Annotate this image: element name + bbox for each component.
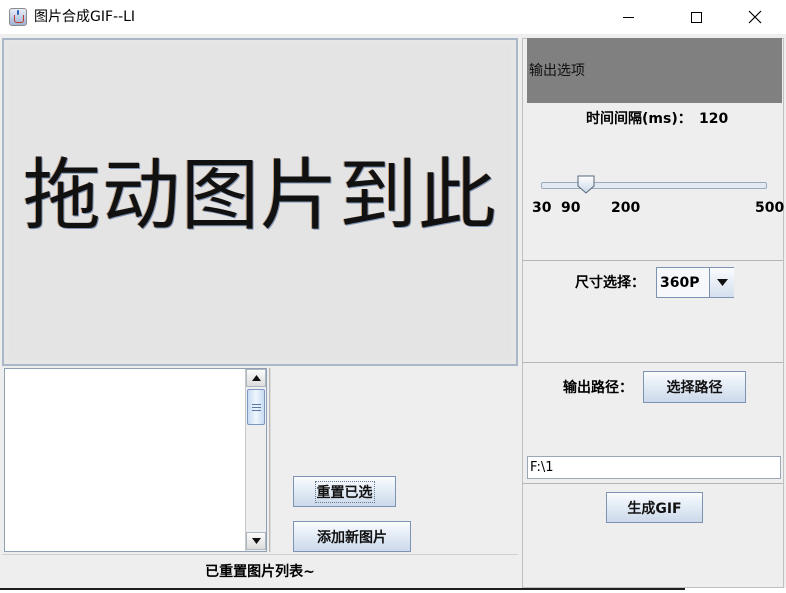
size-label: 尺寸选择： (575, 275, 645, 291)
java-cup-icon (9, 8, 27, 26)
slider-tick-label: 200 (611, 200, 641, 216)
chevron-down-icon (716, 279, 728, 286)
slider-tick-label: 500 (755, 200, 785, 216)
maximize-button[interactable] (673, 0, 719, 34)
taskbar-edge (0, 588, 685, 590)
output-path-label: 输出路径： (563, 380, 633, 396)
maximize-icon (690, 11, 702, 23)
choose-path-button[interactable]: 选择路径 (643, 371, 746, 403)
output-path-field[interactable]: F:\1 (527, 456, 781, 479)
size-selected-value: 360P (660, 275, 700, 291)
close-button[interactable] (732, 0, 778, 34)
slider-tick-label: 30 (532, 200, 552, 216)
close-icon (748, 10, 762, 24)
arrow-down-icon (251, 538, 261, 544)
grip-icon (252, 404, 261, 411)
generate-gif-label: 生成GIF (627, 500, 682, 517)
section-divider (523, 483, 783, 484)
scroll-up-button[interactable] (246, 369, 266, 387)
image-list-scrollbar[interactable] (245, 369, 266, 551)
panel-divider (269, 368, 271, 552)
interval-value: 120 (699, 111, 729, 127)
slider-tick-label: 90 (561, 200, 581, 216)
status-message: 已重置图片列表~ (2, 554, 518, 588)
minimize-button[interactable] (605, 0, 651, 34)
reset-selection-label: 重置已选 (314, 480, 375, 503)
scroll-thumb[interactable] (247, 389, 265, 425)
size-dropdown-button[interactable] (709, 268, 734, 297)
interval-slider-track[interactable] (541, 182, 767, 189)
minimize-icon (622, 16, 634, 18)
generate-gif-button[interactable]: 生成GIF (606, 492, 703, 523)
size-select[interactable]: 360P (656, 267, 734, 298)
interval-label: 时间间隔(ms)： (586, 111, 692, 127)
add-image-button[interactable]: 添加新图片 (293, 521, 411, 552)
choose-path-label: 选择路径 (666, 380, 723, 396)
section-divider (523, 260, 783, 261)
arrow-up-icon (251, 375, 261, 381)
window-title: 图片合成GIF--LI (34, 9, 136, 25)
section-divider (523, 362, 783, 363)
image-list[interactable] (4, 368, 267, 552)
options-title: 输出选项 (529, 63, 585, 79)
interval-slider-thumb[interactable] (577, 175, 595, 198)
scroll-down-button[interactable] (246, 532, 266, 550)
drop-zone[interactable]: 拖动图片到此 (9, 45, 511, 359)
reset-selection-button[interactable]: 重置已选 (293, 476, 396, 507)
slider-thumb-icon (577, 175, 595, 194)
drop-zone-hint: 拖动图片到此 (22, 151, 497, 241)
add-image-label: 添加新图片 (317, 529, 387, 546)
